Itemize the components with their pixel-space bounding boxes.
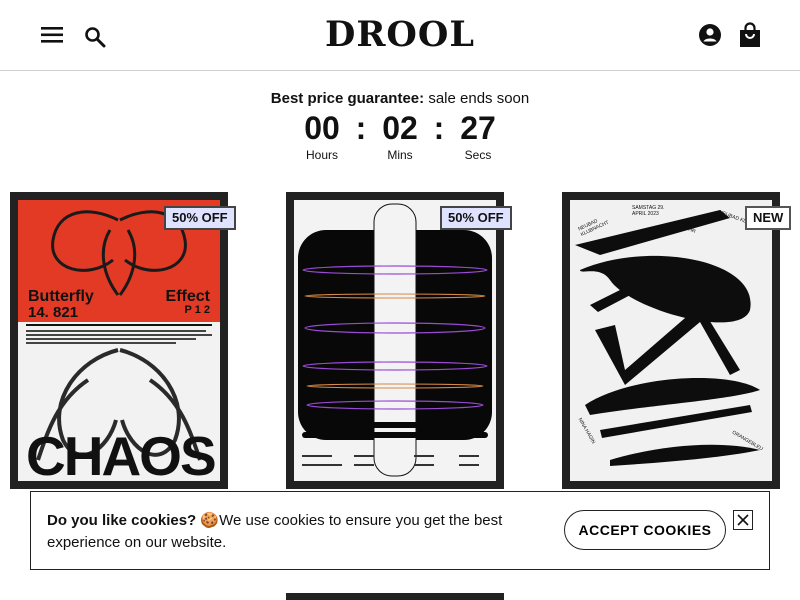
poster-number: 14. 821 — [28, 304, 79, 321]
cookie-emoji: 🍪 — [200, 512, 220, 529]
promo-strong: Best price guarantee: — [270, 90, 425, 107]
product-image — [294, 200, 496, 481]
countdown-hours-label: Hours — [305, 148, 338, 162]
countdown-hours-value: 00 — [304, 110, 340, 146]
sale-countdown: 00 Hours : 02 Mins : 27 Secs — [0, 110, 800, 162]
cookie-banner: Do you like cookies? 🍪We use cookies to … — [30, 491, 770, 570]
promo-text: sale ends soon — [424, 90, 530, 107]
product-image: SAMSTAG 29. APRIL 2023 NEUBAD KLUBNACHT … — [570, 200, 772, 481]
countdown-mins-label: Mins — [387, 148, 413, 162]
new-badge: NEW — [745, 206, 792, 230]
countdown-secs-value: 27 — [460, 110, 496, 146]
shopping-bag-icon[interactable] — [738, 22, 762, 48]
countdown-mins: 02 Mins — [375, 110, 425, 162]
product-card[interactable]: SAMSTAG 29. APRIL 2023 NEUBAD KLUBNACHT … — [562, 192, 780, 489]
promo-banner: Best price guarantee: sale ends soon — [0, 90, 800, 107]
close-icon[interactable] — [733, 510, 753, 530]
account-icon[interactable] — [698, 23, 722, 47]
site-header: DROOL — [0, 0, 800, 71]
cookie-message: Do you like cookies? 🍪We use cookies to … — [47, 510, 527, 554]
countdown-secs-label: Secs — [464, 148, 492, 162]
product-card-next-row[interactable] — [286, 593, 504, 600]
site-logo[interactable]: DROOL — [0, 14, 800, 55]
countdown-secs: 27 Secs — [453, 110, 503, 162]
accept-cookies-button[interactable]: ACCEPT COOKIES — [564, 510, 726, 550]
product-card[interactable]: Butterfly 14. 821 Effect P 1 2 CHAOS — [10, 192, 228, 489]
cookie-title: Do you like cookies? — [47, 512, 197, 529]
countdown-separator: : — [433, 110, 445, 146]
poster-date: SAMSTAG 29. APRIL 2023 — [632, 205, 665, 217]
sale-badge: 50% OFF — [440, 206, 512, 230]
countdown-separator: : — [355, 110, 367, 146]
product-image: Butterfly 14. 821 Effect P 1 2 CHAOS — [18, 200, 220, 481]
sale-badge: 50% OFF — [164, 206, 236, 230]
countdown-mins-value: 02 — [382, 110, 418, 146]
poster-big-text: CHAOS — [26, 425, 217, 481]
countdown-hours: 00 Hours — [297, 110, 347, 162]
product-card[interactable] — [286, 192, 504, 489]
poster-marks: P 1 2 — [184, 304, 211, 316]
